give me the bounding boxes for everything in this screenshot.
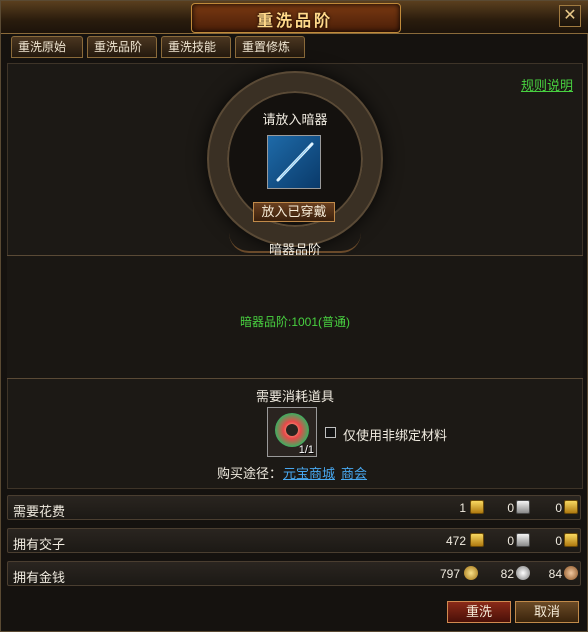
notes-label: 拥有交子 <box>13 537 66 552</box>
cost-gold-value: 1 <box>459 501 466 515</box>
non-bound-checkbox-label: 仅使用非绑定材料 <box>343 428 448 443</box>
close-button[interactable]: ✕ <box>559 5 581 27</box>
hidden-weapon-slot[interactable] <box>267 135 321 189</box>
close-icon: ✕ <box>563 7 577 24</box>
tab-reset-cultivation[interactable]: 重置修炼 <box>235 36 305 58</box>
bound-note-icon <box>564 500 578 514</box>
ingot-shop-link[interactable]: 元宝商城 <box>283 463 335 482</box>
cost-row: 需要花费 1 0 0 <box>7 495 581 520</box>
notes-silver-value: 0 <box>507 534 514 548</box>
material-count: 1/1 <box>298 444 314 456</box>
needle-weapon-icon <box>276 142 314 182</box>
money-silver-value: 82 <box>500 567 514 581</box>
rewash-quality-window: 重洗品阶 ✕ 重洗原始 重洗品阶 重洗技能 重置修炼 规则说明 请放入暗器 放入… <box>0 0 588 632</box>
put-equipped-button[interactable]: 放入已穿戴 <box>253 202 335 222</box>
money-row: 拥有金钱 797 82 84 <box>7 561 581 586</box>
gold-note-icon <box>470 500 484 514</box>
cost-silver-value: 0 <box>507 501 514 515</box>
material-slot[interactable]: 1/1 <box>267 407 317 457</box>
cancel-button[interactable]: 取消 <box>515 601 579 623</box>
notes-row: 拥有交子 472 0 0 <box>7 528 581 553</box>
silver-coin-icon <box>516 566 530 580</box>
bound-note-icon <box>564 533 578 547</box>
money-gold-value: 797 <box>439 567 460 581</box>
guild-shop-link[interactable]: 商会 <box>341 463 367 482</box>
cost-label: 需要花费 <box>13 504 66 519</box>
slot-prompt: 请放入暗器 <box>262 112 328 127</box>
money-label: 拥有金钱 <box>13 570 66 585</box>
cost-bound-value: 0 <box>555 501 562 515</box>
rewash-button[interactable]: 重洗 <box>447 601 511 623</box>
copper-coin-icon <box>564 566 578 580</box>
window-title: 重洗品阶 <box>256 13 333 30</box>
gold-coin-icon <box>464 566 478 580</box>
tab-rewash-skill[interactable]: 重洗技能 <box>161 36 231 58</box>
silver-note-icon <box>516 533 530 547</box>
tab-rewash-original[interactable]: 重洗原始 <box>11 36 83 58</box>
non-bound-checkbox[interactable] <box>325 427 336 438</box>
notes-gold-value: 472 <box>445 534 466 548</box>
quality-text: 暗器品阶:1001(普通) <box>239 315 351 329</box>
money-copper-value: 84 <box>548 567 562 581</box>
consume-label: 需要消耗道具 <box>255 389 334 404</box>
buy-label: 购买途径： <box>217 466 283 481</box>
silver-note-icon <box>516 500 530 514</box>
rules-link[interactable]: 规则说明 <box>521 75 573 94</box>
gold-note-icon <box>470 533 484 547</box>
notes-bound-value: 0 <box>555 534 562 548</box>
tab-rewash-quality[interactable]: 重洗品阶 <box>87 36 157 58</box>
